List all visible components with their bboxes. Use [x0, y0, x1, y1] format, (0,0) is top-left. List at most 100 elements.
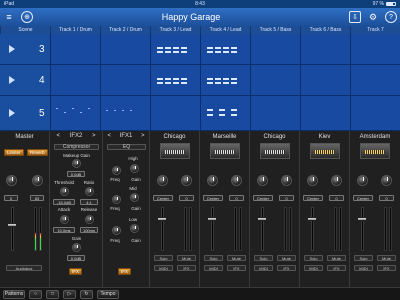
track-header[interactable]: Track 5 / Bass: [250, 26, 300, 34]
clip-cell[interactable]: [350, 65, 400, 95]
clip-cell[interactable]: [250, 96, 300, 130]
eq-knob[interactable]: [130, 193, 139, 202]
mute-button[interactable]: Mute: [227, 255, 246, 261]
clip-cell[interactable]: [350, 34, 400, 64]
send-knob[interactable]: [181, 175, 192, 186]
ifx-toggle[interactable]: IFX: [177, 265, 196, 271]
instrument-thumbnail[interactable]: [210, 143, 240, 159]
eq-knob[interactable]: [130, 164, 139, 173]
scene-launch-button[interactable]: 5: [0, 96, 50, 130]
scene-launch-button[interactable]: 4: [0, 65, 50, 95]
eq-knob[interactable]: [112, 166, 121, 175]
master-knob[interactable]: [6, 175, 17, 186]
instrument-thumbnail[interactable]: [310, 143, 340, 159]
threshold-knob[interactable]: [60, 187, 69, 196]
clip-cell[interactable]: [100, 34, 150, 64]
scene-launch-button[interactable]: 3: [0, 34, 50, 64]
clip-cell[interactable]: [150, 96, 200, 130]
clip-cell[interactable]: [50, 34, 100, 64]
solo-button[interactable]: Solo: [254, 255, 273, 261]
midi-button[interactable]: MIDI: [304, 265, 323, 271]
makeup-gain-knob[interactable]: [72, 159, 81, 168]
channel-fader[interactable]: [357, 217, 367, 221]
ifx-button[interactable]: IFX: [118, 268, 132, 275]
pan-knob[interactable]: [157, 175, 168, 186]
gear-icon[interactable]: ⚙: [367, 11, 379, 23]
next-fx-button[interactable]: >: [92, 133, 96, 139]
mute-button[interactable]: Mute: [177, 255, 196, 261]
track-header[interactable]: Track 4 / Lead: [200, 26, 250, 34]
hamburger-icon[interactable]: ≡: [3, 11, 15, 23]
next-fx-button[interactable]: >: [141, 133, 145, 139]
clip-cell[interactable]: [300, 96, 350, 130]
ifx-toggle[interactable]: IFX: [227, 265, 246, 271]
ifx-toggle[interactable]: IFX: [327, 265, 346, 271]
pan-knob[interactable]: [307, 175, 318, 186]
pan-knob[interactable]: [357, 175, 368, 186]
midi-button[interactable]: MIDI: [254, 265, 273, 271]
instrument-thumbnail[interactable]: [260, 143, 290, 159]
gain-knob[interactable]: [72, 243, 81, 252]
clip-cell[interactable]: [200, 96, 250, 130]
midi-button[interactable]: MIDI: [354, 265, 373, 271]
send-knob[interactable]: [231, 175, 242, 186]
eq-knob[interactable]: [130, 224, 139, 233]
play-icon[interactable]: ▷: [63, 289, 76, 299]
track-header[interactable]: Track 2 / Drum: [100, 26, 150, 34]
send-knob[interactable]: [331, 175, 342, 186]
channel-fader[interactable]: [307, 217, 317, 221]
channel-fader[interactable]: [207, 217, 217, 221]
solo-button[interactable]: Solo: [154, 255, 173, 261]
solo-button[interactable]: Solo: [304, 255, 323, 261]
instrument-thumbnail[interactable]: [160, 143, 190, 159]
prev-fx-button[interactable]: <: [107, 133, 111, 139]
midi-button[interactable]: MIDI: [204, 265, 223, 271]
fx-preset-selector[interactable]: EQ: [107, 144, 146, 150]
clip-cell[interactable]: [150, 65, 200, 95]
ifx-toggle[interactable]: IFX: [377, 265, 396, 271]
clip-cell[interactable]: [150, 34, 200, 64]
clip-cell[interactable]: [250, 34, 300, 64]
clip-cell[interactable]: [300, 65, 350, 95]
mute-button[interactable]: Mute: [377, 255, 396, 261]
tempo-button[interactable]: Tempo: [97, 289, 119, 299]
master-fader[interactable]: [7, 223, 17, 227]
clip-cell[interactable]: [200, 34, 250, 64]
limiter-button[interactable]: Limiter: [4, 149, 24, 156]
track-header[interactable]: Track 3 / Lead: [150, 26, 200, 34]
eq-knob[interactable]: [112, 195, 121, 204]
instrument-thumbnail[interactable]: [360, 143, 390, 159]
ratio-knob[interactable]: [85, 187, 94, 196]
channel-fader[interactable]: [257, 217, 267, 221]
clip-cell[interactable]: [50, 65, 100, 95]
send-knob[interactable]: [281, 175, 292, 186]
record-icon[interactable]: ○: [29, 289, 42, 299]
pan-knob[interactable]: [207, 175, 218, 186]
ifx-button[interactable]: IFX: [69, 268, 83, 275]
prev-fx-button[interactable]: <: [56, 133, 60, 139]
midi-button[interactable]: MIDI: [154, 265, 173, 271]
clip-cell[interactable]: [50, 96, 100, 130]
mute-button[interactable]: Mute: [277, 255, 296, 261]
track-header[interactable]: Track 6 / Bass: [300, 26, 350, 34]
release-knob[interactable]: [85, 215, 94, 224]
mute-button[interactable]: Mute: [327, 255, 346, 261]
clip-cell[interactable]: [350, 96, 400, 130]
channel-fader[interactable]: [157, 217, 167, 221]
globe-icon[interactable]: ⊕: [21, 11, 33, 23]
track-header[interactable]: Track 7: [350, 26, 400, 34]
help-icon[interactable]: ?: [385, 11, 397, 23]
master-knob[interactable]: [32, 175, 43, 186]
solo-button[interactable]: Solo: [354, 255, 373, 261]
clip-cell[interactable]: [250, 65, 300, 95]
reverb-button[interactable]: Reverb: [27, 149, 48, 156]
eq-knob[interactable]: [112, 226, 121, 235]
clip-cell[interactable]: [100, 65, 150, 95]
export-icon[interactable]: ⇩: [349, 11, 361, 23]
audiobus-button[interactable]: Audiobus: [6, 265, 42, 271]
fx-preset-selector[interactable]: Compressor: [54, 144, 99, 150]
send-knob[interactable]: [381, 175, 392, 186]
loop-icon[interactable]: ↻: [80, 289, 93, 299]
patterns-button[interactable]: Patterns: [3, 289, 25, 299]
ifx-toggle[interactable]: IFX: [277, 265, 296, 271]
